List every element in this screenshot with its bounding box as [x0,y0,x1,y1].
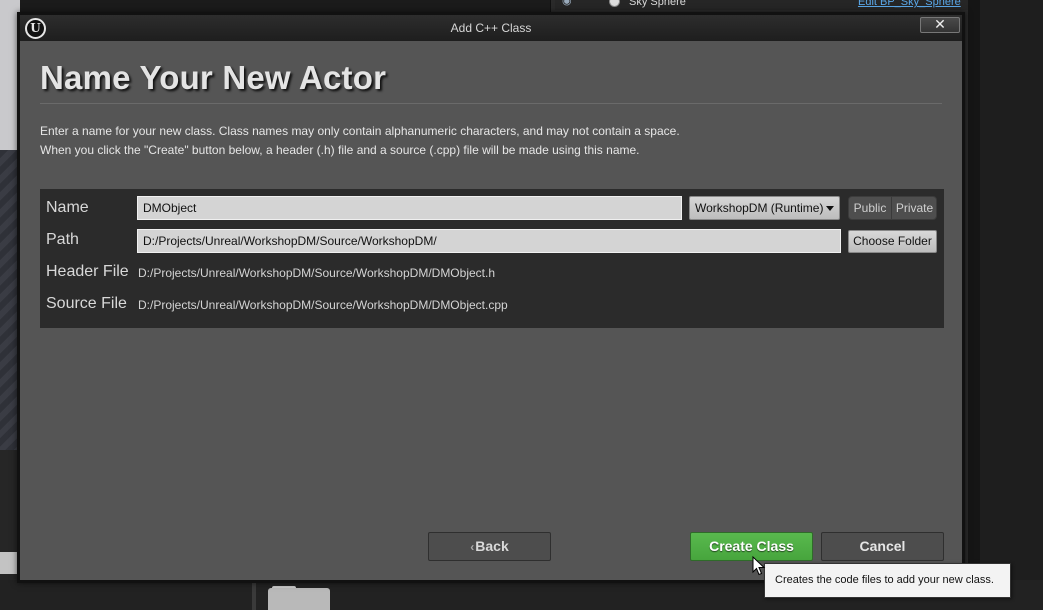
details-panel-edge [968,0,1043,610]
visibility-eye-icon[interactable]: ◉ [562,0,576,7]
header-file-label: Header File [46,263,129,280]
outliner-item-label[interactable]: Sky Sphere [629,0,686,8]
name-label: Name [46,199,89,216]
panel-splitter[interactable] [968,0,980,610]
module-dropdown[interactable]: WorkshopDM (Runtime) [689,196,840,220]
public-toggle[interactable]: Public [849,197,892,219]
chevron-left-icon: ‹ [470,540,475,554]
back-button[interactable]: ‹Back [428,532,551,561]
private-toggle[interactable]: Private [892,197,936,219]
window-title: Add C++ Class [450,21,532,35]
close-button[interactable]: ✕ [920,17,960,33]
module-dropdown-value: WorkshopDM (Runtime) [695,201,824,215]
page-title: Name Your New Actor [40,59,387,96]
content-browser-divider [252,582,256,610]
back-button-label: Back [475,538,509,554]
choose-folder-button[interactable]: Choose Folder [848,230,937,253]
source-file-label: Source File [46,295,127,312]
path-label: Path [46,231,79,248]
dialog-titlebar[interactable]: U Add C++ Class ✕ [20,15,962,41]
cancel-button[interactable]: Cancel [821,532,944,561]
folder-icon[interactable] [268,588,330,610]
source-file-path: D:/Projects/Unreal/WorkshopDM/Source/Wor… [138,298,508,312]
add-cpp-class-dialog: U Add C++ Class ✕ Name Your New Actor En… [17,12,965,583]
class-name-input[interactable]: DMObject [137,196,682,220]
title-divider [40,103,942,104]
chevron-down-icon [826,206,834,211]
header-file-path: D:/Projects/Unreal/WorkshopDM/Source/Wor… [138,266,495,280]
class-visibility-toggle: Public Private [848,196,937,220]
create-class-tooltip: Creates the code files to add your new c… [764,563,1011,598]
description-line-2: When you click the "Create" button below… [40,143,640,157]
mouse-cursor-icon [752,556,766,576]
class-details-form: Name DMObject WorkshopDM (Runtime) Publi… [40,189,944,328]
description-line-1: Enter a name for your new class. Class n… [40,124,680,138]
edit-blueprint-link[interactable]: Edit BP_Sky_Sphere [858,0,961,8]
path-input[interactable]: D:/Projects/Unreal/WorkshopDM/Source/Wor… [137,229,841,253]
